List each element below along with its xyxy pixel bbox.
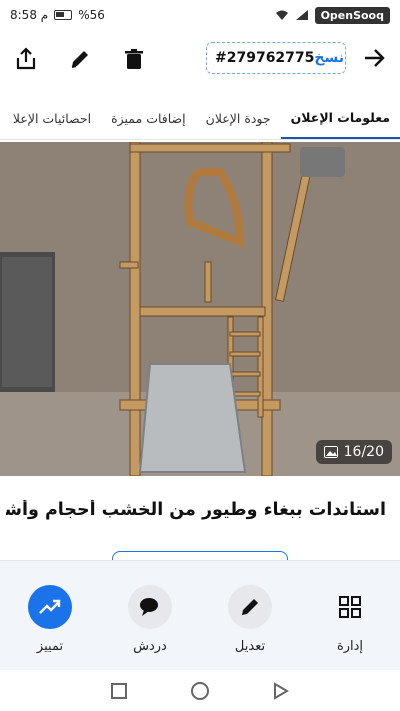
action-promote[interactable]: تمييز: [10, 585, 90, 654]
action-manage-label: إدارة: [336, 639, 364, 654]
tab-premium-addons[interactable]: إضافات مميزة: [101, 98, 196, 139]
tab-ad-info[interactable]: معلومات الإعلان: [280, 98, 400, 139]
image-icon: [323, 446, 338, 458]
system-nav-bar: [0, 670, 400, 711]
chat-icon: [128, 585, 172, 629]
photo-illustration: [0, 142, 400, 476]
back-icon[interactable]: [272, 681, 290, 700]
signal-icon: [295, 10, 308, 20]
tab-ad-quality[interactable]: جودة الإعلان: [196, 98, 281, 139]
action-chat[interactable]: دردش: [110, 585, 190, 654]
trending-up-icon: [28, 585, 72, 629]
status-bar: 8:58 م %56 OpenSooq: [0, 0, 400, 30]
back-arrow-icon[interactable]: [362, 46, 386, 70]
tab-ad-stats[interactable]: احصائيات الإعلا: [3, 98, 101, 139]
home-icon[interactable]: [190, 681, 210, 701]
battery-level: %56: [78, 8, 105, 22]
share-icon[interactable]: [12, 45, 40, 73]
ad-number: #279762775: [215, 50, 315, 66]
grid-icon: [328, 585, 372, 629]
wifi-icon: [275, 10, 288, 20]
trash-icon[interactable]: [120, 45, 148, 73]
status-left: 8:58 م %56: [10, 8, 105, 22]
action-edit-label: تعديل: [234, 639, 266, 654]
status-right: OpenSooq: [275, 6, 390, 24]
ad-photo[interactable]: 16/20: [0, 142, 400, 476]
action-edit[interactable]: تعديل: [210, 585, 290, 654]
action-promote-label: تمييز: [36, 639, 64, 654]
battery-icon: [54, 10, 73, 20]
edit-icon[interactable]: [66, 45, 94, 73]
photo-counter-text: 16/20: [343, 444, 384, 460]
recents-icon[interactable]: [110, 682, 128, 700]
ad-title: استاندات ببغاء وطيور من الخشب أحجام وأشك…: [6, 500, 386, 520]
ad-number-box[interactable]: #279762775 نسخ: [206, 42, 346, 74]
tabs: معلومات الإعلان جودة الإعلان إضافات مميز…: [0, 98, 400, 140]
photo-counter: 16/20: [315, 440, 392, 464]
header: #279762775 نسخ: [0, 36, 400, 82]
pencil-icon: [228, 585, 272, 629]
clock: 8:58 م: [10, 8, 49, 22]
brand-badge: OpenSooq: [314, 6, 390, 24]
action-bar: تمييز دردش تعديل إدارة: [0, 560, 400, 670]
copy-button[interactable]: نسخ: [314, 50, 344, 66]
action-chat-label: دردش: [133, 639, 167, 654]
action-manage[interactable]: إدارة: [310, 585, 390, 654]
